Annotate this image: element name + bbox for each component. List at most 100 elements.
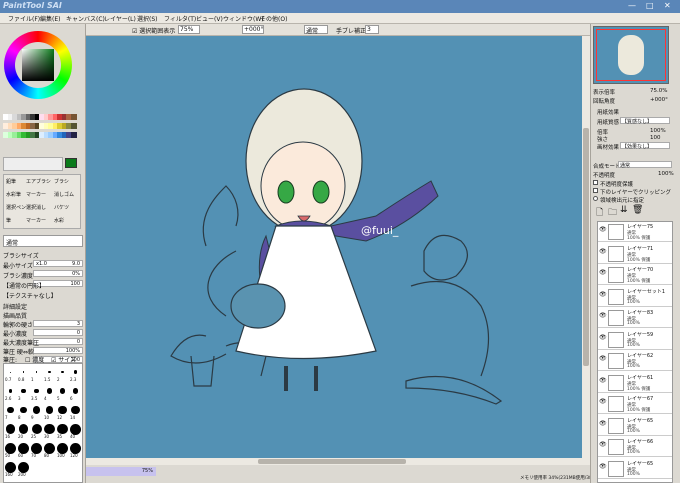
tool-marker[interactable]: マーカー: [26, 191, 46, 198]
canvas-area[interactable]: @fuui_: [86, 36, 590, 458]
eye-icon[interactable]: 👁: [599, 334, 607, 341]
brush-size-preset[interactable]: 0.8: [17, 364, 30, 383]
brush-size-preset[interactable]: 160: [4, 459, 17, 478]
layer-row[interactable]: 👁 レイヤー67 通常 100% 保護: [598, 394, 672, 414]
color-square[interactable]: [22, 49, 54, 81]
eye-icon[interactable]: 👁: [599, 312, 607, 319]
new-folder-icon[interactable]: 🗀: [608, 205, 617, 221]
new-layer-icon[interactable]: 🗋: [596, 205, 603, 221]
canvas-horizontal-scrollbar[interactable]: [86, 458, 590, 465]
eye-icon[interactable]: 👁: [599, 291, 607, 298]
delete-layer-icon[interactable]: 🗑: [632, 205, 643, 215]
menu-edit[interactable]: 編集(E): [40, 14, 60, 23]
vertical-scroll-thumb[interactable]: [583, 128, 589, 366]
brush-size-preset[interactable]: 100: [56, 440, 69, 459]
layer-row[interactable]: 👁 レイヤー65 通常 100%: [598, 458, 672, 479]
detail-settings-row[interactable]: 詳細設定: [3, 302, 83, 311]
tool-select-eraser[interactable]: 選択消し: [26, 204, 46, 211]
canvas-vertical-scrollbar[interactable]: [582, 36, 590, 458]
eye-icon[interactable]: 👁: [599, 441, 607, 448]
menu-other[interactable]: その他(O): [260, 14, 287, 23]
eye-icon[interactable]: 👁: [599, 398, 607, 405]
merge-layer-icon[interactable]: ⇊: [620, 205, 628, 215]
blend-mode-select[interactable]: 通常: [3, 235, 83, 247]
brush-size-preset[interactable]: 9: [30, 402, 43, 421]
menu-select[interactable]: 選択(S): [137, 14, 158, 23]
close-button[interactable]: ✕: [664, 1, 671, 10]
layer-row[interactable]: 👁 レイヤー62 通常 100%: [598, 351, 672, 371]
menu-filter[interactable]: フィルタ(T): [164, 14, 196, 23]
brush-size-preset[interactable]: 50: [4, 440, 17, 459]
canvas-tab[interactable]: 75%: [86, 467, 156, 476]
tool-custom3[interactable]: 水彩: [54, 217, 64, 224]
paper-effect-select[interactable]: 【効果なし】: [620, 142, 670, 150]
layer-row[interactable]: 👁 レイヤー65 通常 100%: [598, 415, 672, 436]
brush-size-preset[interactable]: 35: [56, 421, 69, 440]
tool-custom1[interactable]: 筆: [6, 217, 11, 224]
color-wheel[interactable]: [4, 31, 72, 99]
brush-size-preset[interactable]: 25: [30, 421, 43, 440]
brush-size-preset[interactable]: 200: [17, 459, 30, 478]
eye-icon[interactable]: 👁: [599, 420, 607, 427]
layer-row[interactable]: 👁 レイヤー70 通常 100% 保護: [598, 265, 672, 285]
brush-size-preset[interactable]: 80: [43, 440, 56, 459]
color-swatch[interactable]: [70, 123, 77, 129]
layer-mode-select[interactable]: 通常: [618, 161, 672, 169]
stabilizer-select[interactable]: 3: [365, 25, 379, 34]
paper-texture-select[interactable]: 【質感なし】: [620, 117, 670, 125]
tool-airbrush[interactable]: エアブラシ: [26, 178, 51, 185]
color-swatch[interactable]: [70, 114, 77, 120]
brush-size-preset[interactable]: 120: [69, 440, 82, 459]
brush-size-preset[interactable]: 10: [43, 402, 56, 421]
brush-size-preset[interactable]: 20: [17, 421, 30, 440]
brush-shape-row[interactable]: 【通常の円形】: [3, 281, 83, 290]
show-selection-check[interactable]: ☑ 選択範囲表示: [132, 26, 175, 35]
eye-icon[interactable]: 👁: [599, 377, 607, 384]
tool-custom2[interactable]: マーカー: [26, 217, 46, 224]
brush-size-preset[interactable]: 60: [17, 440, 30, 459]
selection-tools[interactable]: [3, 157, 63, 171]
menu-layer[interactable]: レイヤー(L): [104, 14, 136, 23]
brush-size-preset[interactable]: 12: [56, 402, 69, 421]
layer-row[interactable]: 👁 レイヤー71 通常 100% 保護: [598, 243, 672, 264]
tool-bucket[interactable]: バケツ: [54, 204, 69, 211]
menu-canvas[interactable]: キャンバス(C): [66, 14, 105, 23]
tool-eraser[interactable]: 消しゴム: [54, 191, 74, 198]
tool-brush[interactable]: ブラシ: [54, 178, 69, 185]
toolbar-blend-select[interactable]: 通常: [304, 25, 328, 35]
brush-size-preset[interactable]: 1.5: [43, 364, 56, 383]
navigator-preview[interactable]: [593, 26, 669, 84]
eye-icon[interactable]: 👁: [599, 248, 607, 255]
brush-texture-row[interactable]: 【テクスチャなし】: [3, 291, 83, 300]
rotation-select[interactable]: +000°: [242, 25, 264, 34]
layer-row[interactable]: 👁 レイヤー75 通常 100% 保護: [598, 222, 672, 242]
minimize-button[interactable]: —: [628, 1, 636, 10]
brush-size-preset[interactable]: 70: [30, 440, 43, 459]
eye-icon[interactable]: 👁: [599, 355, 607, 362]
menu-window[interactable]: ウィンドウ(W): [223, 14, 264, 23]
eye-icon[interactable]: 👁: [599, 269, 607, 276]
swatch-palette[interactable]: [3, 114, 77, 154]
brush-size-preset[interactable]: 40: [69, 421, 82, 440]
main-color-box[interactable]: [65, 158, 77, 168]
brush-size-preset[interactable]: 6: [69, 383, 82, 402]
brush-size-preset[interactable]: 1: [30, 364, 43, 383]
brush-size-preset[interactable]: 5: [56, 383, 69, 402]
eye-icon[interactable]: 👁: [599, 463, 607, 470]
clipping-checkbox[interactable]: [593, 188, 598, 193]
tool-pencil[interactable]: 鉛筆: [6, 178, 16, 185]
layer-row[interactable]: 👁 レイヤー59 通常 100%: [598, 329, 672, 350]
protect-opacity-checkbox[interactable]: [593, 180, 598, 185]
brush-size-preset[interactable]: 16: [4, 421, 17, 440]
tool-select-pen[interactable]: 選択ペン: [6, 204, 26, 211]
brush-size-preset[interactable]: 8: [17, 402, 30, 421]
menu-view[interactable]: ビュー(V): [196, 14, 223, 23]
brush-size-preset[interactable]: 4: [43, 383, 56, 402]
eye-icon[interactable]: 👁: [599, 226, 607, 233]
tool-watercolor[interactable]: 水彩筆: [6, 191, 21, 198]
brush-size-preset[interactable]: 0.7: [4, 364, 17, 383]
maximize-button[interactable]: □: [646, 1, 654, 10]
layer-row[interactable]: 👁 レイヤー83 通常 100%: [598, 308, 672, 328]
zoom-select[interactable]: 75%: [178, 25, 200, 34]
layer-row[interactable]: 👁 レイヤー61 通常 100% 保護: [598, 372, 672, 393]
